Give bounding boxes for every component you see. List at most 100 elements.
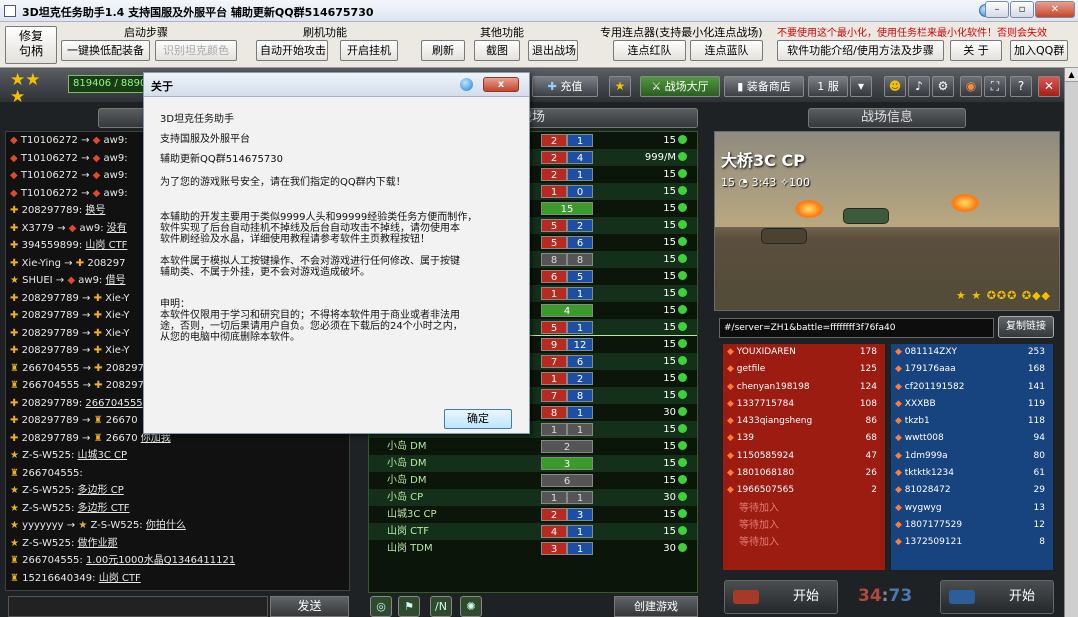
capacity-value: 15 — [663, 339, 676, 350]
recognize-color-button[interactable]: 识别坦克颜色 — [155, 40, 237, 61]
start-red-button[interactable]: 开始 — [724, 580, 838, 614]
capacity-value: 15 — [663, 186, 676, 197]
equip-shop-button[interactable]: ▮ 装备商店 — [724, 76, 804, 97]
maximize-button[interactable]: ▫ — [1010, 1, 1034, 18]
dialog-close-button[interactable]: x — [483, 77, 519, 92]
capacity-value: 30 — [663, 492, 676, 503]
battle-url[interactable]: #/server=ZH1&battle=ffffffff3f76fa40 — [719, 318, 994, 338]
status-icon — [678, 492, 687, 501]
tank-icon — [733, 590, 759, 604]
red-score: 7 — [541, 389, 567, 402]
chat-input[interactable] — [8, 596, 268, 617]
player-name: 179176aaa — [904, 364, 956, 375]
tank-graphic — [843, 208, 889, 224]
player-score: 13 — [1033, 502, 1045, 513]
rank-icon: ★ — [10, 275, 19, 286]
record-icon[interactable]: ◉ — [960, 76, 982, 97]
chat-message: 多边形 CTF — [77, 502, 130, 514]
gear-icon[interactable]: ⚙ — [932, 76, 954, 97]
join-qq-button[interactable]: 加入QQ群 — [1010, 40, 1068, 61]
blue-score: 6 — [567, 355, 593, 368]
dialog-text-line: 辅助类、不属于外挂，更不会对游戏造成破坏。 — [160, 267, 370, 278]
player-score: 118 — [1027, 416, 1045, 427]
help-icon[interactable]: ? — [1010, 76, 1032, 97]
blue-score: 1 — [567, 287, 593, 300]
battle-info-tab[interactable]: 战场信息 — [808, 108, 966, 128]
rank-icon: ◆ — [895, 416, 905, 427]
battles-tab[interactable]: 战场 — [508, 108, 698, 128]
status-icon — [678, 186, 687, 195]
chevron-down-icon[interactable]: ▾ — [850, 76, 872, 97]
exit-battle-button[interactable]: 退出战场 — [528, 40, 578, 61]
battle-row[interactable]: 山岗 TDM 3 1 30 — [369, 540, 697, 557]
battle-row[interactable]: 山岗 CTF 4 1 15 — [369, 523, 697, 540]
send-button[interactable]: 发送 — [270, 596, 349, 617]
sound-icon[interactable]: ♪ — [908, 76, 930, 97]
capacity-value: 15 — [663, 305, 676, 316]
repair-handle-button[interactable]: 修复 句柄 — [5, 26, 57, 64]
create-game-button[interactable]: 创建游戏 — [614, 596, 698, 617]
status-icon — [678, 254, 687, 263]
battle-row[interactable]: 小岛 CP 1 1 30 — [369, 489, 697, 506]
rank-icon: ◆ — [10, 135, 18, 146]
chat-user: Z-S-W525: — [22, 502, 75, 514]
scrollbar[interactable]: ▲ — [1064, 68, 1078, 617]
game-close-icon[interactable]: ✕ — [1038, 76, 1060, 97]
close-button[interactable]: ✕ — [1035, 1, 1075, 18]
rank-icon: ✚ — [10, 345, 19, 356]
start-blue-button[interactable]: 开始 — [940, 580, 1054, 614]
click-red-team-button[interactable]: 连点红队 — [613, 40, 686, 61]
player-name: 081114ZXY — [904, 347, 957, 357]
chat-user: X3779 — [21, 222, 54, 234]
star-icon[interactable]: ★ — [609, 76, 631, 97]
rank-icons: ★ ★ ✪✪✪ ✪◆◆ — [956, 289, 1051, 302]
player-name: 1807177529 — [904, 519, 963, 530]
player-name: 等待加入 — [739, 537, 779, 549]
refresh-button[interactable]: 刷新 — [421, 40, 465, 61]
battle-score: 41 — [541, 525, 593, 538]
start-blue-label: 开始 — [1008, 589, 1035, 604]
dialog-text-line: 支持国服及外服平台 — [160, 134, 250, 145]
low-equip-button[interactable]: 一键换低配装备 — [61, 40, 150, 61]
filter-dm-icon[interactable]: /N — [430, 596, 452, 617]
player-score: 29 — [1033, 485, 1045, 496]
battle-row[interactable]: 小岛 DM 6 15 — [369, 472, 697, 489]
status-icon — [678, 152, 687, 161]
filter-cp-icon[interactable]: ◎ — [370, 596, 392, 617]
filter-ctf-icon[interactable]: ⚑ — [398, 596, 420, 617]
status-icon — [678, 373, 687, 382]
fullscreen-icon[interactable]: ⛶ — [984, 76, 1006, 97]
battle-score: 21 — [541, 134, 593, 147]
battle-row[interactable]: 小岛 DM 2 15 — [369, 438, 697, 455]
dialog-text-line: 本软件仅限用于学习和研究目的；不得将本软件用于商业或者非法用 — [160, 310, 460, 321]
chat-line: ★ Z-S-W525: 山城3C CP — [6, 447, 349, 465]
click-blue-team-button[interactable]: 连点蓝队 — [690, 40, 763, 61]
recharge-button[interactable]: ✚ 充值 — [532, 76, 598, 97]
start-hang-button[interactable]: 开启挂机 — [340, 40, 398, 61]
info-icon[interactable] — [460, 78, 473, 91]
server-select[interactable]: 1 服 — [808, 76, 848, 97]
battle-hall-button[interactable]: ⚔ 战场大厅 — [640, 76, 720, 97]
minimize-button[interactable]: – — [985, 1, 1009, 18]
tank-graphic — [761, 228, 807, 244]
rank-icon: ◆ — [727, 381, 737, 392]
battle-row[interactable]: 山城3C CP 2 3 15 — [369, 506, 697, 523]
screenshot-button[interactable]: 截图 — [474, 40, 520, 61]
filter-tdm-icon[interactable]: ✺ — [460, 596, 482, 617]
player-row: ◆ 1433qiangsheng 86 — [723, 413, 885, 430]
capacity-value: 15 — [663, 203, 676, 214]
player-name: getfile — [736, 364, 766, 375]
scroll-up-icon[interactable]: ▲ — [1065, 68, 1078, 82]
capacity-value: 30 — [663, 543, 676, 554]
friends-icon[interactable]: ☻ — [884, 76, 906, 97]
copy-link-button[interactable]: 复制链接 — [998, 316, 1054, 338]
intro-button[interactable]: 软件功能介绍/使用方法及步骤 — [777, 40, 944, 61]
capacity-value: 15 — [663, 220, 676, 231]
ok-button[interactable]: 确定 — [444, 409, 512, 429]
dm-count: 15 — [541, 202, 593, 215]
red-score: 1 — [541, 491, 567, 504]
rank-icon: ◆ — [727, 398, 737, 409]
auto-attack-button[interactable]: 自动开始攻击 — [256, 40, 328, 61]
battle-row[interactable]: 小岛 DM 3 15 — [369, 455, 697, 472]
about-button[interactable]: 关 于 — [950, 40, 1002, 61]
